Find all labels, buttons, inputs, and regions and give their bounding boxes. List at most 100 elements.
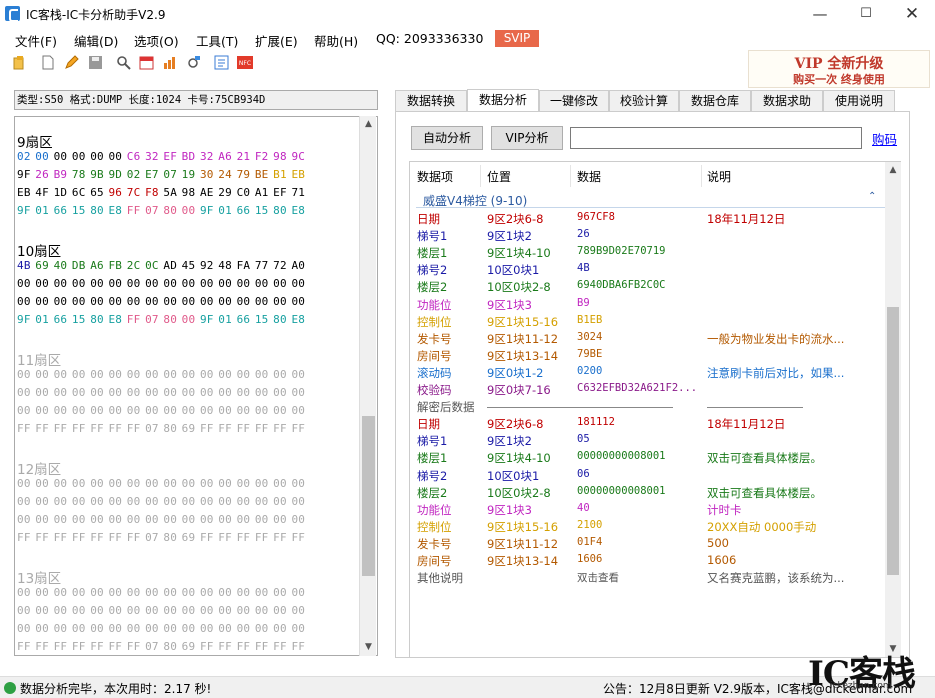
grid-cell-item[interactable]: 楼层2 bbox=[417, 279, 447, 295]
grid-cell-item[interactable]: 房间号 bbox=[417, 348, 452, 364]
col-header-data[interactable]: 数据 bbox=[577, 168, 601, 185]
scroll-thumb[interactable] bbox=[887, 307, 899, 575]
calendar-icon[interactable] bbox=[139, 55, 154, 70]
grid-cell-desc[interactable]: 1606 bbox=[707, 553, 736, 567]
grid-cell-data[interactable]: 4B bbox=[577, 262, 590, 274]
grid-cell-desc[interactable]: 18年11月12日 bbox=[707, 416, 785, 432]
tab-5[interactable]: 数据求助 bbox=[751, 90, 823, 112]
grid-cell-data[interactable]: 40 bbox=[577, 502, 590, 514]
grid-cell-data[interactable]: 00000000008001 bbox=[577, 485, 666, 497]
grid-cell-item[interactable]: 解密后数据 bbox=[417, 399, 475, 415]
grid-cell-desc[interactable]: 双击可查看具体楼层。 bbox=[707, 450, 822, 466]
grid-cell-item[interactable]: 楼层1 bbox=[417, 245, 447, 261]
hex-row[interactable]: EB 4F 1D 6C 65 96 7C F8 5A 98 AE 29 C0 A1 EF 71 bbox=[17, 186, 310, 199]
grid-cell-desc[interactable]: 18年11月12日 bbox=[707, 211, 785, 227]
grid-cell-position[interactable]: 9区1块11-12 bbox=[487, 331, 558, 347]
search-input[interactable] bbox=[570, 127, 862, 149]
scroll-thumb[interactable] bbox=[362, 416, 375, 576]
tools-icon[interactable] bbox=[186, 55, 201, 70]
menu-file[interactable]: 文件(F) bbox=[15, 31, 57, 50]
grid-cell-position[interactable]: 9区1块15-16 bbox=[487, 519, 558, 535]
tab-2[interactable]: 一键修改 bbox=[539, 90, 609, 112]
tab-0[interactable]: 数据转换 bbox=[395, 90, 467, 112]
grid-cell-position[interactable]: 9区2块6-8 bbox=[487, 211, 543, 227]
grid-cell-data[interactable]: 0200 bbox=[577, 365, 602, 377]
svip-button[interactable]: SVIP bbox=[495, 30, 539, 47]
hex-row[interactable]: 9F 01 66 15 80 E8 FF 07 80 00 9F 01 66 15 80 E8 bbox=[17, 204, 310, 217]
tab-1[interactable]: 数据分析 bbox=[467, 89, 539, 112]
grid-cell-data[interactable]: 181112 bbox=[577, 416, 615, 428]
grid-cell-item[interactable]: 梯号1 bbox=[417, 228, 447, 244]
analysis-grid[interactable]: 数据项 位置 数据 说明 威盛V4梯控 (9-10) ⌃ 日期 9区2块6-8 96… bbox=[409, 161, 901, 658]
grid-cell-data[interactable]: B9 bbox=[577, 297, 590, 309]
grid-cell-data[interactable]: 789B9D02E70719 bbox=[577, 245, 666, 257]
grid-cell-desc[interactable]: 一般为物业发出卡的流水... bbox=[707, 331, 844, 347]
grid-cell-data[interactable]: 00000000008001 bbox=[577, 450, 666, 462]
grid-cell-position[interactable]: 9区1块3 bbox=[487, 297, 532, 313]
compare-icon[interactable] bbox=[214, 55, 229, 70]
grid-cell-position[interactable]: 9区1块11-12 bbox=[487, 536, 558, 552]
grid-cell-data[interactable]: 79BE bbox=[577, 348, 602, 360]
grid-cell-data[interactable]: 3024 bbox=[577, 331, 602, 343]
menu-help[interactable]: 帮助(H) bbox=[314, 31, 358, 50]
grid-cell-data[interactable]: 6940DBA6FB2C0C bbox=[577, 279, 666, 291]
grid-cell-item[interactable]: 功能位 bbox=[417, 297, 452, 313]
grid-cell-position[interactable]: 9区2块6-8 bbox=[487, 416, 543, 432]
menu-options[interactable]: 选项(O) bbox=[134, 31, 179, 50]
hex-row[interactable]: 00 00 00 00 00 00 00 00 00 00 00 00 00 00 00 00 bbox=[17, 277, 310, 290]
grid-cell-item[interactable]: 校验码 bbox=[417, 382, 452, 398]
grid-cell-position[interactable]: 10区0块1 bbox=[487, 468, 539, 484]
save-icon[interactable] bbox=[88, 55, 103, 70]
grid-cell-position[interactable]: 10区0块2-8 bbox=[487, 485, 551, 501]
grid-cell-position[interactable]: 9区1块13-14 bbox=[487, 553, 558, 569]
grid-cell-data[interactable]: 双击查看 bbox=[577, 570, 619, 585]
hex-row[interactable]: 00 00 00 00 00 00 00 00 00 00 00 00 00 00 00 00 bbox=[17, 495, 310, 508]
grid-scrollbar[interactable]: ▲ ▼ bbox=[885, 162, 901, 657]
grid-cell-item[interactable]: 控制位 bbox=[417, 519, 452, 535]
tab-3[interactable]: 校验计算 bbox=[609, 90, 679, 112]
grid-cell-item[interactable]: 楼层2 bbox=[417, 485, 447, 501]
grid-cell-data[interactable]: 1606 bbox=[577, 553, 602, 565]
menu-edit[interactable]: 编辑(D) bbox=[74, 31, 118, 50]
scroll-up-icon[interactable]: ▲ bbox=[885, 162, 901, 178]
grid-cell-item[interactable]: 其他说明 bbox=[417, 570, 463, 586]
hex-row[interactable]: 00 00 00 00 00 00 00 00 00 00 00 00 00 00 00 00 bbox=[17, 622, 310, 635]
auto-analyze-button[interactable]: 自动分析 bbox=[411, 126, 483, 150]
col-header-desc[interactable]: 说明 bbox=[707, 168, 731, 185]
hex-row[interactable]: 02 00 00 00 00 00 C6 32 EF BD 32 A6 21 F2 98 9C bbox=[17, 150, 310, 163]
grid-cell-data[interactable]: 05 bbox=[577, 433, 590, 445]
chart-icon[interactable] bbox=[162, 55, 177, 70]
hex-dump-view[interactable]: 9扇区 02 00 00 00 00 00 C6 32 EF BD 32 A6 21 F2 98 9C 9F 26 B… bbox=[14, 116, 378, 656]
grid-cell-desc[interactable]: 计时卡 bbox=[707, 502, 742, 518]
grid-cell-item[interactable]: 房间号 bbox=[417, 553, 452, 569]
hex-scrollbar[interactable]: ▲ ▼ bbox=[359, 116, 376, 656]
edit-icon[interactable] bbox=[64, 55, 79, 70]
scroll-down-icon[interactable]: ▼ bbox=[360, 639, 377, 656]
hex-row[interactable]: 9F 01 66 15 80 E8 FF 07 80 00 9F 01 66 15 80 E8 bbox=[17, 313, 310, 326]
close-button[interactable]: ✕ bbox=[889, 0, 935, 28]
grid-cell-data[interactable]: 2100 bbox=[577, 519, 602, 531]
grid-cell-position[interactable]: 9区1块4-10 bbox=[487, 450, 551, 466]
grid-cell-desc[interactable]: 20XX自动 0000手动 bbox=[707, 519, 816, 535]
hex-row[interactable]: FF FF FF FF FF FF FF 07 80 69 FF FF FF FF FF FF bbox=[17, 640, 310, 653]
hex-row[interactable]: 00 00 00 00 00 00 00 00 00 00 00 00 00 00 00 00 bbox=[17, 604, 310, 617]
grid-cell-position[interactable]: 9区1块3 bbox=[487, 502, 532, 518]
grid-cell-position[interactable]: 9区1块13-14 bbox=[487, 348, 558, 364]
maximize-button[interactable]: ☐ bbox=[843, 0, 889, 28]
col-header-item[interactable]: 数据项 bbox=[417, 168, 453, 185]
col-header-position[interactable]: 位置 bbox=[487, 168, 511, 185]
buy-code-link[interactable]: 购码 bbox=[872, 129, 897, 148]
grid-cell-data[interactable]: 06 bbox=[577, 468, 590, 480]
hex-row[interactable]: FF FF FF FF FF FF FF 07 80 69 FF FF FF FF FF FF bbox=[17, 422, 310, 435]
grid-cell-data[interactable]: C632EFBD32A621F2... bbox=[577, 382, 697, 394]
nfc-icon[interactable]: NFC bbox=[237, 55, 253, 70]
vip-analyze-button[interactable]: VIP分析 bbox=[491, 126, 563, 150]
new-icon[interactable] bbox=[40, 55, 55, 70]
grid-cell-position[interactable]: 10区0块1 bbox=[487, 262, 539, 278]
grid-cell-data[interactable]: B1EB bbox=[577, 314, 602, 326]
grid-cell-item[interactable]: 楼层1 bbox=[417, 450, 447, 466]
vip-banner[interactable]: VIP 全新升级 购买一次 终身使用 bbox=[748, 50, 930, 88]
hex-row[interactable]: 00 00 00 00 00 00 00 00 00 00 00 00 00 00 00 00 bbox=[17, 477, 310, 490]
grid-cell-data[interactable]: 01F4 bbox=[577, 536, 602, 548]
grid-cell-item[interactable]: 梯号2 bbox=[417, 468, 447, 484]
